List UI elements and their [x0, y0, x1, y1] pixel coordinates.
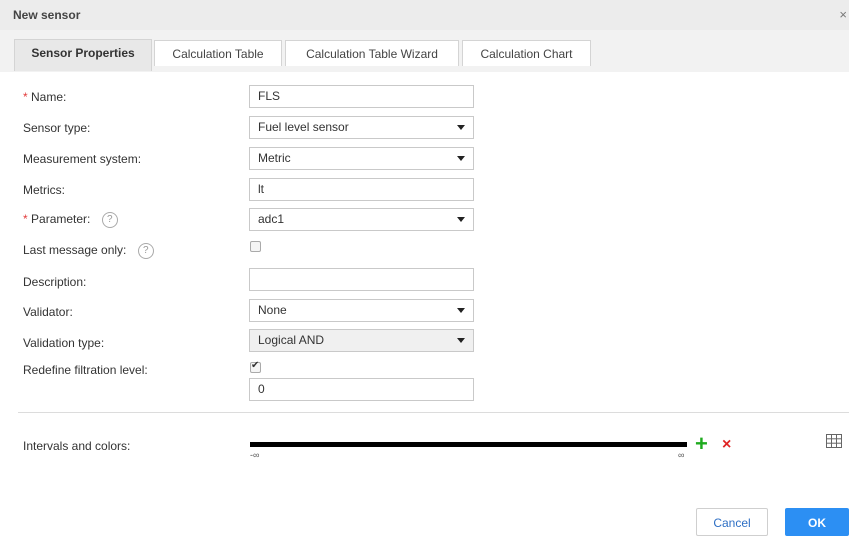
intervals-label: Intervals and colors:	[23, 439, 131, 453]
validator-label: Validator:	[23, 305, 73, 319]
validation-type-select[interactable]: Logical AND	[249, 329, 474, 352]
sensor-type-label: Sensor type:	[23, 121, 91, 135]
measurement-system-select[interactable]: Metric	[249, 147, 474, 170]
chevron-down-icon	[457, 156, 465, 161]
sensor-type-select[interactable]: Fuel level sensor	[249, 116, 474, 139]
tab-strip: Sensor Properties Calculation Table Calc…	[0, 30, 849, 72]
interval-min-label: -∞	[250, 450, 260, 460]
dialog-titlebar: New sensor ×	[0, 0, 849, 31]
measurement-system-value: Metric	[258, 151, 291, 165]
name-label: * Name:	[23, 90, 66, 104]
filtration-level-input[interactable]: 0	[249, 378, 474, 401]
chevron-down-icon	[457, 338, 465, 343]
tab-calculation-table[interactable]: Calculation Table	[154, 40, 282, 66]
add-interval-icon[interactable]: +	[695, 433, 708, 455]
table-icon[interactable]	[826, 434, 842, 448]
tab-sensor-properties[interactable]: Sensor Properties	[14, 39, 152, 71]
parameter-value: adc1	[258, 212, 285, 226]
last-message-label: Last message only: ?	[23, 243, 154, 259]
chevron-down-icon	[457, 308, 465, 313]
required-marker: *	[23, 90, 28, 104]
parameter-select[interactable]: adc1	[249, 208, 474, 231]
description-label: Description:	[23, 275, 87, 289]
tab-calculation-table-wizard[interactable]: Calculation Table Wizard	[285, 40, 459, 66]
help-icon[interactable]: ?	[137, 243, 154, 259]
name-input[interactable]: FLS	[249, 85, 474, 108]
close-icon[interactable]: ×	[839, 7, 847, 22]
required-marker: *	[23, 212, 28, 227]
section-divider	[18, 412, 849, 413]
description-input[interactable]	[249, 268, 474, 291]
validator-value: None	[258, 303, 287, 317]
interval-color-bar[interactable]	[250, 442, 687, 447]
sensor-type-value: Fuel level sensor	[258, 120, 349, 134]
ok-button[interactable]: OK	[785, 508, 849, 536]
delete-interval-icon[interactable]: ×	[722, 436, 731, 454]
last-message-label-text: Last message only:	[23, 243, 127, 258]
metrics-input[interactable]: lt	[249, 178, 474, 201]
measurement-system-label: Measurement system:	[23, 152, 142, 166]
chevron-down-icon	[457, 125, 465, 130]
interval-max-label: ∞	[678, 450, 685, 460]
redefine-filtration-label: Redefine filtration level:	[23, 363, 148, 377]
dialog-title: New sensor	[13, 8, 81, 22]
parameter-label: * Parameter: ?	[23, 212, 118, 228]
metrics-label: Metrics:	[23, 183, 65, 197]
name-label-text: Name:	[31, 90, 67, 104]
chevron-down-icon	[457, 217, 465, 222]
validator-select[interactable]: None	[249, 299, 474, 322]
tab-calculation-chart[interactable]: Calculation Chart	[462, 40, 591, 66]
help-icon[interactable]: ?	[101, 212, 118, 228]
redefine-filtration-checkbox[interactable]	[250, 360, 261, 373]
validation-type-value: Logical AND	[258, 333, 325, 347]
parameter-label-text: Parameter:	[31, 212, 91, 227]
cancel-button[interactable]: Cancel	[696, 508, 768, 536]
validation-type-label: Validation type:	[23, 336, 105, 350]
last-message-checkbox[interactable]	[250, 241, 261, 252]
